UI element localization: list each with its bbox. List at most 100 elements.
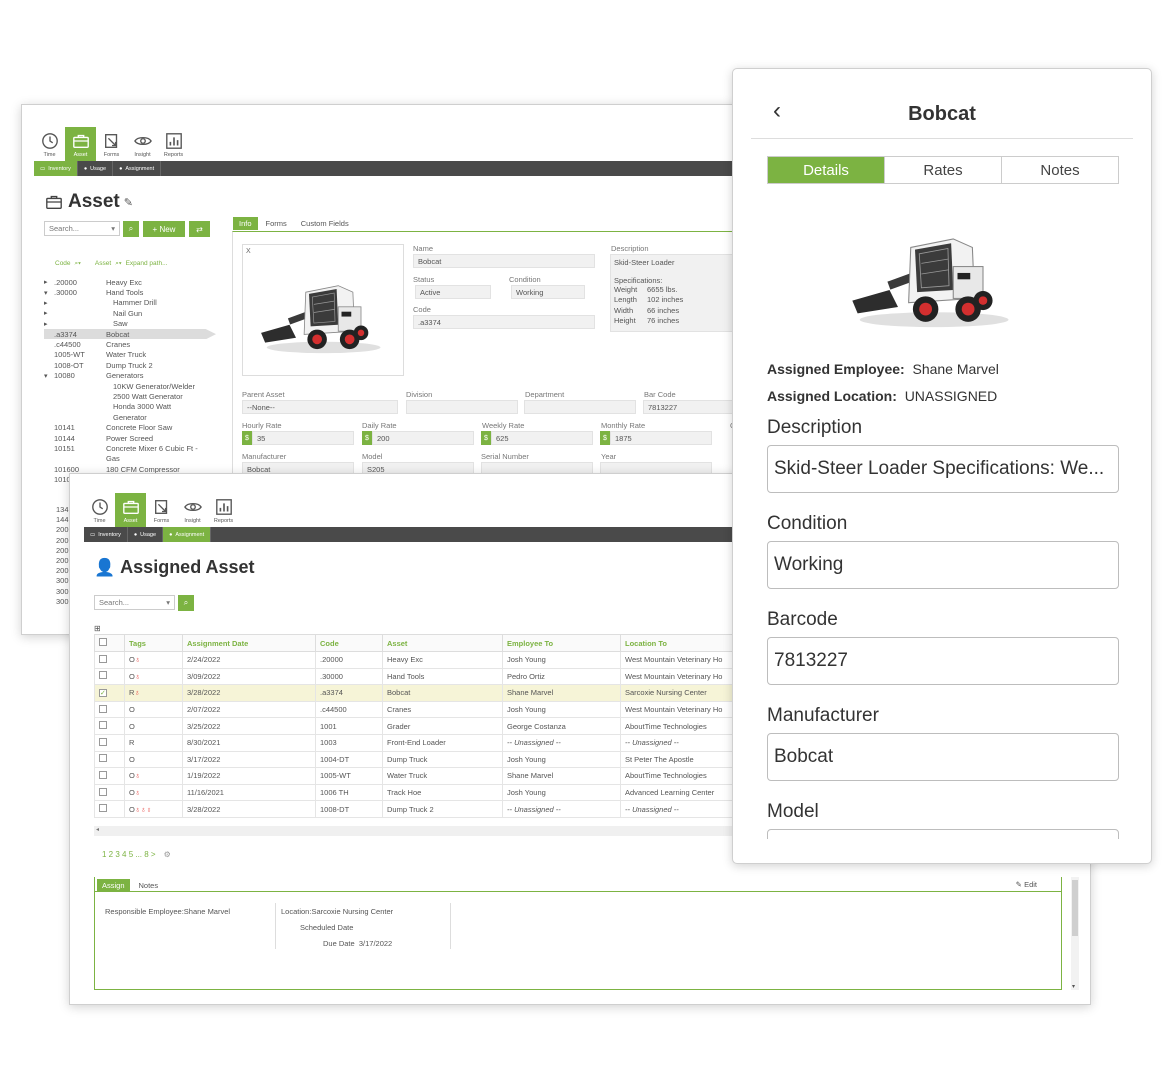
table-row[interactable]: O♁♁♁ 3/28/2022 1008-DT Dump Truck 2 -- Unass… [94, 800, 784, 818]
col-code[interactable]: Code [315, 634, 383, 652]
table-row[interactable]: R 8/30/2021 1003 Front-End Loader -- Unassig… [94, 733, 784, 752]
subnav-usage[interactable]: ● Usage [78, 161, 114, 176]
gear-icon[interactable]: ⚙ [164, 850, 171, 859]
tab-rates[interactable]: Rates [885, 157, 1002, 183]
tree-row[interactable]: ▸ Nail Gun [44, 308, 216, 318]
row-select-cell[interactable] [94, 750, 125, 769]
row-checkbox[interactable] [99, 787, 107, 796]
tree-row[interactable]: 10KW Generator/Welder [44, 381, 216, 391]
tree-row[interactable]: .a3374 Bobcat [44, 328, 216, 340]
row-checkbox[interactable] [99, 721, 107, 730]
row-select-cell[interactable] [94, 717, 125, 735]
expand-path-link[interactable]: Expand path... [126, 260, 168, 268]
tree-row[interactable]: .c44500 Cranes [44, 339, 216, 349]
department-select[interactable] [524, 400, 636, 414]
new-asset-button[interactable]: + New [143, 221, 185, 237]
table-row[interactable]: O 2/07/2022 .c44500 Cranes Josh Young West Mo… [94, 700, 784, 719]
col-assignment-date[interactable]: Assignment Date [182, 634, 316, 652]
table-row[interactable]: O♁ 2/24/2022.20000 Heavy Exc Josh Young West… [94, 651, 784, 669]
col-employee-to[interactable]: Employee To [502, 634, 621, 652]
detail-scrollbar[interactable]: ▾ [1071, 877, 1079, 990]
monthly-rate-field[interactable]: $1875 [600, 431, 712, 445]
row-select-cell[interactable] [94, 800, 125, 818]
tree-row[interactable]: Generator [44, 412, 216, 422]
tree-row[interactable]: 2500 Watt Generator [44, 391, 216, 401]
scrollbar-thumb[interactable] [1072, 880, 1078, 936]
tree-row[interactable]: 10151 Concrete Mixer 6 Cubic Ft - [44, 443, 216, 453]
row-checkbox[interactable] [99, 654, 107, 663]
code-field[interactable]: .a3374 [413, 315, 595, 329]
select-all-checkbox[interactable] [99, 638, 107, 646]
table-row[interactable]: O 3/25/2022 1001 Grader George Costanza About… [94, 717, 784, 735]
row-checkbox[interactable]: ✓ [99, 689, 107, 698]
table-row[interactable]: O♁ 1/19/2022 1005-WT Water Truck Shane Marve… [94, 767, 784, 785]
table-row[interactable]: O♁ 11/16/2021 1006 TH Track Hoe Josh Young Ad… [94, 783, 784, 802]
tree-row[interactable]: ▸ .20000 Heavy Exc [44, 277, 216, 287]
row-select-cell[interactable] [94, 667, 125, 686]
nav-forms[interactable]: Forms [96, 127, 127, 161]
assigned-search-input[interactable]: Search... ▾ [94, 595, 175, 610]
photo-close-icon[interactable]: X [246, 248, 251, 255]
nav-asset[interactable]: Asset [65, 127, 96, 161]
edit-pencil-icon[interactable]: ✎ [124, 196, 133, 209]
table-row[interactable]: ✓ R♁ 3/28/2022 .a3374 Bobcat Shane Marvel Sarc… [94, 684, 784, 702]
row-select-cell[interactable] [94, 700, 125, 719]
edit-button[interactable]: ✎ Edit [1016, 880, 1037, 889]
tree-row[interactable]: 1008-OT Dump Truck 2 [44, 360, 216, 370]
expand-toggle-icon[interactable]: ▸ [44, 320, 54, 328]
tab-forms[interactable]: Forms [260, 217, 293, 230]
tree-row[interactable]: 10144 Power Screed [44, 433, 216, 443]
table-row[interactable]: O♁ 3/09/2022.30000 Hand Tools Pedro Ortiz We… [94, 667, 784, 686]
condition-select[interactable]: Working [511, 285, 585, 299]
row-checkbox[interactable] [99, 754, 107, 763]
tree-row[interactable]: Honda 3000 Watt [44, 402, 216, 412]
subnav-inventory[interactable]: ▭ Inventory [34, 161, 78, 176]
expand-toggle-icon[interactable]: ▸ [44, 299, 54, 307]
scroll-down-icon[interactable]: ▾ [1072, 983, 1075, 990]
nav-reports[interactable]: Reports [158, 127, 189, 161]
tree-row[interactable]: 10141 Concrete Floor Saw [44, 422, 216, 432]
mobile-field-input[interactable]: Bobcat [767, 733, 1119, 781]
search-button[interactable]: ⌕ [178, 595, 194, 611]
daily-rate-field[interactable]: $200 [362, 431, 474, 445]
parent-asset-select[interactable]: --None-- [242, 400, 398, 414]
subnav-usage[interactable]: ● Usage [128, 527, 164, 542]
nav-insight[interactable]: Insight [127, 127, 158, 161]
nav-asset[interactable]: Asset [115, 493, 146, 527]
status-select[interactable]: Active [415, 285, 491, 299]
expand-toggle-icon[interactable]: ▾ [44, 372, 54, 380]
nav-time[interactable]: Time [84, 493, 115, 527]
row-checkbox[interactable] [99, 737, 107, 746]
row-checkbox[interactable] [99, 770, 107, 779]
search-button[interactable]: ⌕ [123, 221, 139, 237]
description-field[interactable]: Skid-Steer Loader Specifications: Weight… [610, 254, 750, 332]
col-tags[interactable]: Tags [124, 634, 183, 652]
row-select-cell[interactable] [94, 651, 125, 669]
mobile-field-input[interactable]: S205 [767, 829, 1119, 839]
pagination-links[interactable]: 1 2 3 4 5 ... 8 > [102, 850, 156, 859]
table-hscroll[interactable]: ◂ [94, 826, 784, 836]
mobile-field-input[interactable]: Working [767, 541, 1119, 589]
nav-time[interactable]: Time [34, 127, 65, 161]
tree-row[interactable]: ▾ 10080 Generators [44, 371, 216, 381]
tree-row[interactable]: 1005-WT Water Truck [44, 350, 216, 360]
tab-info[interactable]: Info [233, 217, 258, 230]
row-select-cell[interactable] [94, 733, 125, 752]
select-all-header[interactable] [94, 634, 125, 652]
tab-notes[interactable]: Notes [1002, 157, 1118, 183]
subnav-inventory[interactable]: ▭ Inventory [84, 527, 128, 542]
hourly-rate-field[interactable]: $35 [242, 431, 354, 445]
expand-toggle-icon[interactable]: ▸ [44, 278, 54, 286]
row-select-cell[interactable]: ✓ [94, 684, 125, 702]
tree-header-asset[interactable]: Asset [95, 260, 111, 268]
subnav-assignment[interactable]: ● Assignment [113, 161, 162, 176]
tree-row[interactable]: ▸ Hammer Drill [44, 298, 216, 308]
search-icon[interactable]: ⌕▾ [75, 260, 81, 268]
nav-reports[interactable]: Reports [208, 493, 239, 527]
asset-search-input[interactable]: Search... ▾ [44, 221, 120, 236]
table-row[interactable]: O 3/17/2022 1004-DT Dump Truck Josh Young St … [94, 750, 784, 769]
mobile-field-input[interactable]: 7813227 [767, 637, 1119, 685]
nav-forms[interactable]: Forms [146, 493, 177, 527]
row-checkbox[interactable] [99, 704, 107, 713]
expand-all-icon[interactable]: ⊞ [94, 624, 101, 633]
